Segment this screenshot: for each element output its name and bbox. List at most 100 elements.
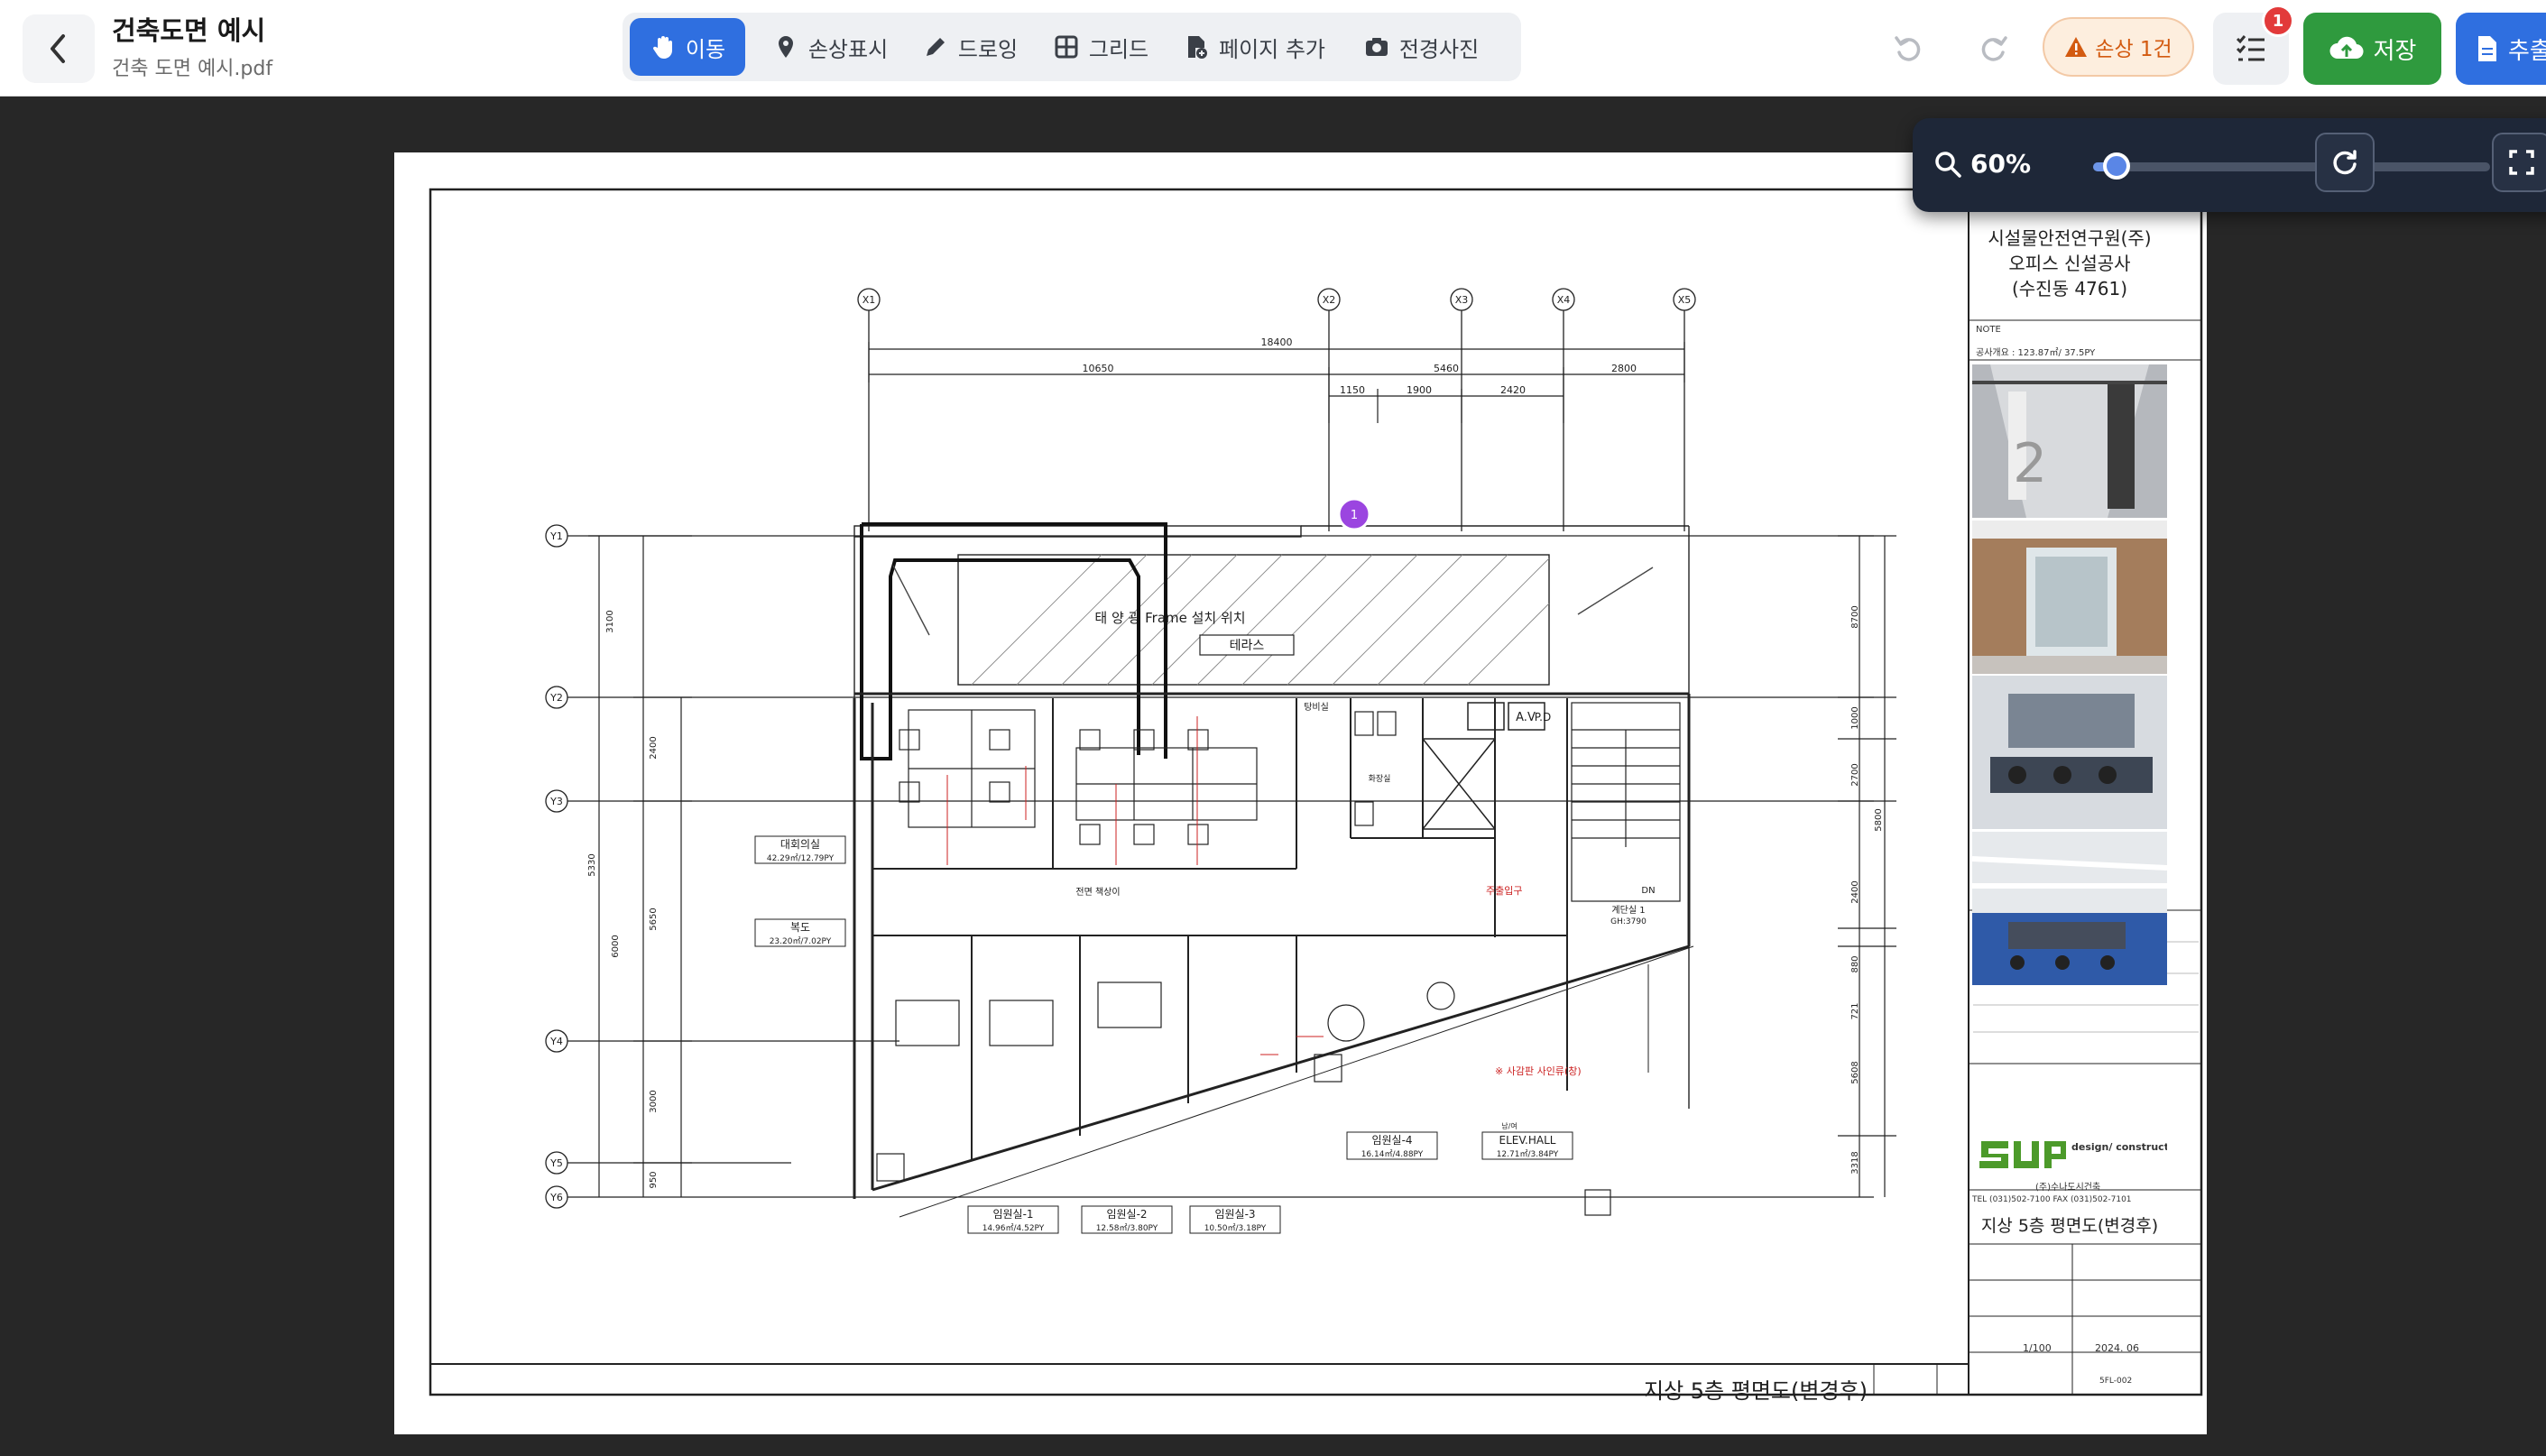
dim-left-2: 2400 xyxy=(649,736,659,759)
grid-row-5: Y5 xyxy=(549,1157,563,1169)
solar-frame-label: 태 양 광 Frame 설치 위치 xyxy=(1094,610,1245,626)
dim-right-4: 5800 xyxy=(1874,808,1884,831)
client-name: 시설물안전연구원(주) 오피스 신설공사 (수진동 4761) xyxy=(1969,226,2171,301)
designer-company: (주)수나도시건축 xyxy=(2035,1183,2101,1193)
fullscreen-icon xyxy=(2509,150,2534,175)
zoom-slider[interactable] xyxy=(2093,162,2490,171)
dn-label: DN xyxy=(1641,886,1655,896)
tool-overview-photo[interactable]: 전경사진 xyxy=(1349,18,1493,76)
stairs-label: 계단실 1 xyxy=(1611,905,1645,916)
dim-right-1: 8700 xyxy=(1850,605,1860,628)
room-label: 임원실-2 xyxy=(1106,1208,1147,1221)
office-area-label: 전면 책상이 xyxy=(1075,887,1120,898)
dim-top-1: 10650 xyxy=(1083,363,1114,374)
tool-grid-label: 그리드 xyxy=(1088,36,1149,62)
dim-left-3: 5330 xyxy=(587,853,597,876)
tool-move[interactable]: 이동 xyxy=(630,18,745,76)
pantry-label: 탕비실 xyxy=(1304,702,1329,713)
grid-col-4: X4 xyxy=(1557,294,1571,306)
document-icon xyxy=(2478,36,2496,61)
dim-right-5: 2400 xyxy=(1850,880,1860,903)
scale-value: 1/100 xyxy=(2023,1342,2052,1354)
back-button[interactable] xyxy=(23,14,95,83)
damage-count-badge[interactable]: 손상 1건 xyxy=(2043,17,2194,77)
export-label: 추출 xyxy=(2508,37,2546,65)
drawing-page[interactable]: X1 X2 X3 X4 X5 Y1 Y2 Y3 Y4 Y5 Y6 18400 1… xyxy=(394,152,2207,1434)
client-line-2: 오피스 신설공사 xyxy=(2008,253,2131,274)
redo-button[interactable] xyxy=(1967,22,2021,76)
room-label: 임원실-3 xyxy=(1214,1208,1255,1221)
export-button[interactable]: 추출 xyxy=(2456,13,2546,85)
site-photo-2[interactable] xyxy=(1972,521,2167,674)
site-photo-3[interactable] xyxy=(1972,676,2167,829)
tool-grid[interactable]: 그리드 xyxy=(1047,18,1155,76)
room-area: 16.14㎡/4.88PY xyxy=(1361,1149,1424,1159)
top-bar: 건축도면 예시 건축 도면 예시.pdf 이동 손상표시 드로잉 그리드 페이지… xyxy=(0,0,2546,97)
wc-note: 남/여 xyxy=(1501,1121,1517,1130)
document-file-name: 건축 도면 예시.pdf xyxy=(112,58,273,80)
tool-damage-mark[interactable]: 손상표시 xyxy=(758,18,902,76)
svg-text:2: 2 xyxy=(2013,432,2047,495)
fullscreen-button[interactable] xyxy=(2492,133,2546,192)
room-label: ELEV.HALL xyxy=(1499,1134,1556,1147)
chevron-left-icon xyxy=(51,34,65,63)
tool-add-page-label: 페이지 추가 xyxy=(1218,36,1326,62)
checklist-icon xyxy=(2236,35,2265,61)
drawing-number: 5FL-002 xyxy=(2099,1377,2133,1386)
dim-sub-2: 1900 xyxy=(1407,384,1432,396)
damage-count-label: 손상 1건 xyxy=(2095,38,2172,61)
warning-icon xyxy=(2065,37,2088,57)
zoom-slider-handle[interactable] xyxy=(2103,152,2131,180)
drawing-title: 지상 5층 평면도(변경후) xyxy=(1644,1378,1868,1404)
grid-row-2: Y2 xyxy=(549,692,563,704)
client-line-1: 시설물안전연구원(주) xyxy=(1988,227,2152,249)
terrace-label: 테라스 xyxy=(1230,639,1265,653)
note-label: NOTE xyxy=(1976,325,2001,335)
grid-row-6: Y6 xyxy=(549,1192,563,1203)
site-photo-4[interactable] xyxy=(1972,832,2167,985)
date-value: 2024. 06 xyxy=(2095,1342,2139,1354)
client-line-3: (수진동 4761) xyxy=(2011,278,2128,299)
room-label: 복도 xyxy=(790,921,810,934)
grid-row-3: Y3 xyxy=(549,796,563,807)
tool-damage-mark-label: 손상표시 xyxy=(807,36,889,62)
damage-pin-number: 1 xyxy=(1351,509,1358,522)
dim-right-8: 5608 xyxy=(1850,1061,1860,1083)
zoom-reset-button[interactable] xyxy=(2315,133,2375,192)
cloud-upload-icon xyxy=(2329,36,2364,60)
grid-col-5: X5 xyxy=(1678,294,1692,306)
file-add-icon xyxy=(1187,36,1207,59)
title-block: 건축도면 예시 건축 도면 예시.pdf xyxy=(112,13,272,85)
room-label: 대회의실 xyxy=(780,838,820,851)
room-area: 14.96㎡/4.52PY xyxy=(982,1223,1045,1233)
tool-add-page[interactable]: 페이지 추가 xyxy=(1173,18,1335,76)
av-label: A.V xyxy=(1516,711,1536,724)
dim-right-7: 721 xyxy=(1850,1002,1860,1019)
dim-right-6: 880 xyxy=(1850,955,1860,972)
refresh-icon xyxy=(2333,150,2357,175)
dim-left-1: 3100 xyxy=(605,610,615,632)
tool-drawing[interactable]: 드로잉 xyxy=(911,18,1029,76)
checklist-count-badge: 1 xyxy=(2262,5,2294,37)
grid-col-2: X2 xyxy=(1323,294,1336,306)
room-area: 42.29㎡/12.79PY xyxy=(767,853,835,863)
stairs-area: GH:3790 xyxy=(1610,917,1647,926)
document-title: 건축도면 예시 xyxy=(112,15,266,46)
grid-col-1: X1 xyxy=(863,294,876,306)
tool-bar: 이동 손상표시 드로잉 그리드 페이지 추가 전경사진 xyxy=(623,13,1521,81)
site-photo-1[interactable]: 2 xyxy=(1972,364,2167,518)
room-area: 10.50㎡/3.18PY xyxy=(1204,1223,1267,1233)
dim-top-2: 5460 xyxy=(1434,363,1459,374)
dim-left-4: 6000 xyxy=(611,935,621,957)
designer-contact: TEL (031)502-7100 FAX (031)502-7101 xyxy=(1972,1195,2132,1204)
room-area: 23.20㎡/7.02PY xyxy=(770,936,832,946)
save-label: 저장 xyxy=(2373,37,2417,65)
save-button[interactable]: 저장 xyxy=(2303,13,2441,85)
dim-left-7: 950 xyxy=(649,1171,659,1188)
room-label: 임원실-1 xyxy=(992,1208,1033,1221)
grid-icon xyxy=(1055,35,1078,59)
undo-icon xyxy=(1895,36,1921,61)
dim-sub-1: 1150 xyxy=(1340,384,1365,396)
dim-right-3: 2700 xyxy=(1850,763,1860,786)
undo-button[interactable] xyxy=(1881,22,1935,76)
